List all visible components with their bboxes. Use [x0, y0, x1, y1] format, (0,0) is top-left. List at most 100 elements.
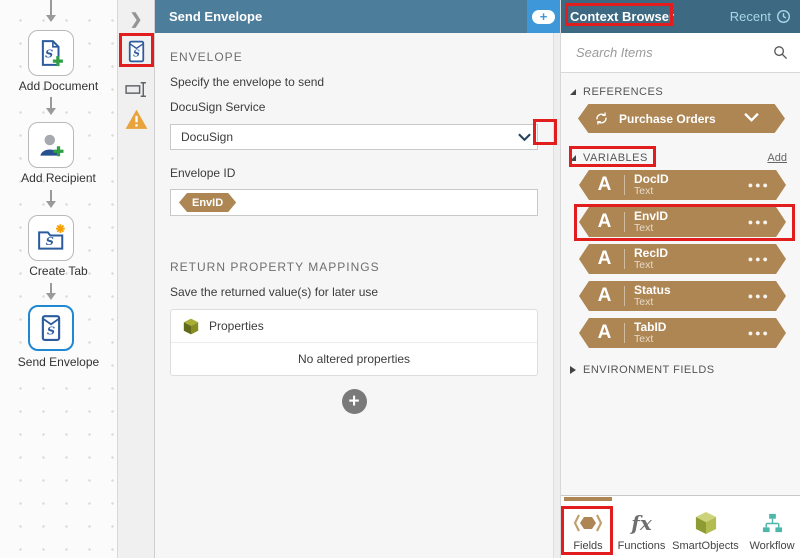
active-tab-indicator: [564, 497, 612, 501]
reference-name: Purchase Orders: [619, 111, 716, 126]
panel-scrollbar-gutter[interactable]: [553, 33, 560, 558]
node-label: Add Document: [18, 79, 99, 93]
svg-text:S: S: [46, 234, 54, 248]
variable-name: TabID: [634, 319, 667, 334]
context-browser-tabbar: Fields fx Functions SmartObjects Workflo…: [561, 495, 800, 558]
chevron-down-icon: [516, 129, 533, 146]
smartobject-cube-icon: [183, 318, 199, 334]
variables-list: A DocID Text ●●● A EnvID Text ●●● A RecI…: [561, 170, 800, 348]
properties-card-header: Properties: [171, 310, 537, 343]
mappings-section-description: Save the returned value(s) for later use: [170, 285, 379, 299]
variable-menu-icon[interactable]: ●●●: [748, 254, 770, 264]
svg-text:S: S: [133, 48, 140, 59]
envelope-section-title: ENVELOPE: [170, 50, 243, 64]
mappings-section-title: RETURN PROPERTY MAPPINGS: [170, 260, 380, 274]
context-browser-toggle-button[interactable]: +: [527, 0, 560, 33]
variable-type: Text: [634, 295, 654, 308]
text-type-icon: A: [585, 286, 625, 306]
tab-label: Functions: [617, 540, 666, 552]
variable-name: DocID: [634, 171, 669, 186]
node-label: Create Tab: [29, 264, 88, 278]
envelope-icon: S: [128, 40, 144, 62]
collapse-triangle-icon: [570, 89, 576, 95]
send-envelope-icon: S: [41, 315, 61, 341]
variable-menu-icon[interactable]: ●●●: [748, 217, 770, 227]
add-variable-link[interactable]: Add: [767, 152, 787, 164]
node-send-envelope[interactable]: S: [28, 305, 74, 351]
search-input[interactable]: [576, 45, 773, 60]
warning-tool-button[interactable]: [118, 104, 154, 134]
node-add-recipient[interactable]: [28, 122, 74, 168]
node-label: Send Envelope: [17, 355, 100, 369]
tab-label: Workflow: [749, 540, 795, 552]
envelope-id-label: Envelope ID: [170, 166, 236, 180]
variable-row-envid[interactable]: A EnvID Text ●●●: [579, 207, 786, 237]
context-browser-header: Context Browser Recent: [561, 0, 800, 33]
environment-fields-section-header[interactable]: ENVIRONMENT FIELDS: [561, 364, 800, 376]
chevron-down-icon[interactable]: [744, 110, 769, 128]
variable-name: RecID: [634, 245, 669, 260]
variable-row-recid[interactable]: A RecID Text ●●●: [579, 244, 786, 274]
svg-text:S: S: [45, 46, 53, 60]
tab-workflow[interactable]: Workflow: [743, 496, 800, 558]
variable-menu-icon[interactable]: ●●●: [748, 180, 770, 190]
node-label: Add Recipient: [21, 171, 96, 185]
send-envelope-tool-button[interactable]: S: [118, 36, 154, 66]
properties-empty-message: No altered properties: [297, 352, 411, 366]
plus-pill-icon: +: [532, 9, 555, 24]
smartobjects-icon: [695, 506, 717, 540]
variable-name: Status: [634, 282, 671, 297]
tab-fields[interactable]: Fields: [561, 496, 615, 558]
node-create-tab[interactable]: S: [28, 215, 74, 261]
collapsed-triangle-icon: [570, 366, 576, 374]
reference-purchase-orders[interactable]: Purchase Orders: [578, 104, 785, 133]
search-icon: [774, 46, 788, 60]
references-section-header[interactable]: REFERENCES: [561, 86, 800, 98]
variable-menu-icon[interactable]: ●●●: [748, 328, 770, 338]
service-selected-value: DocuSign: [181, 130, 234, 144]
variable-menu-icon[interactable]: ●●●: [748, 291, 770, 301]
connector-arrow: [46, 97, 56, 115]
tab-smartobjects[interactable]: SmartObjects: [668, 496, 743, 558]
workflow-icon: [761, 506, 784, 540]
step-toolbar: ❯ S: [117, 0, 155, 558]
variable-type: Text: [634, 258, 654, 271]
collapse-triangle-icon: [570, 155, 576, 161]
variable-type: Text: [634, 184, 654, 197]
expand-panel-button[interactable]: ❯: [118, 4, 154, 34]
add-recipient-icon: [40, 134, 64, 157]
variable-type: Text: [634, 221, 654, 234]
envelope-section-description: Specify the envelope to send: [170, 75, 325, 89]
service-label: DocuSign Service: [170, 100, 266, 114]
envid-token[interactable]: EnvID: [179, 193, 237, 212]
panel-title: Send Envelope: [169, 9, 263, 24]
functions-icon: fx: [631, 511, 652, 535]
recent-button[interactable]: Recent: [730, 9, 791, 24]
node-add-document[interactable]: S: [28, 30, 74, 76]
rename-tool-button[interactable]: [118, 74, 154, 104]
add-document-icon: S: [41, 40, 63, 67]
environment-fields-title: ENVIRONMENT FIELDS: [583, 364, 715, 376]
tab-functions[interactable]: fx Functions: [615, 496, 668, 558]
fields-icon: [573, 506, 603, 540]
search-bar: [561, 33, 800, 73]
create-tab-icon: S: [38, 224, 65, 250]
context-browser-title: Context Browser: [570, 9, 675, 24]
connector-arrow: [46, 283, 56, 300]
docusign-service-select[interactable]: DocuSign: [170, 124, 538, 150]
tab-label: Fields: [573, 540, 603, 552]
warning-icon: [125, 109, 147, 129]
connector-arrow: [46, 0, 56, 22]
connector-arrow: [46, 190, 56, 208]
tab-label: SmartObjects: [672, 540, 739, 552]
add-mapping-button[interactable]: +: [341, 389, 367, 414]
variable-row-docid[interactable]: A DocID Text ●●●: [579, 170, 786, 200]
variable-type: Text: [634, 332, 654, 345]
variable-name: EnvID: [634, 208, 669, 223]
envelope-id-input[interactable]: EnvID: [170, 189, 538, 216]
text-type-icon: A: [585, 175, 625, 195]
variable-row-tabid[interactable]: A TabID Text ●●●: [579, 318, 786, 348]
workflow-canvas[interactable]: S Add Document Add Recipient S Create Ta…: [0, 0, 117, 558]
variables-section-header[interactable]: VARIABLES Add: [561, 152, 800, 164]
variable-row-status[interactable]: A Status Text ●●●: [579, 281, 786, 311]
